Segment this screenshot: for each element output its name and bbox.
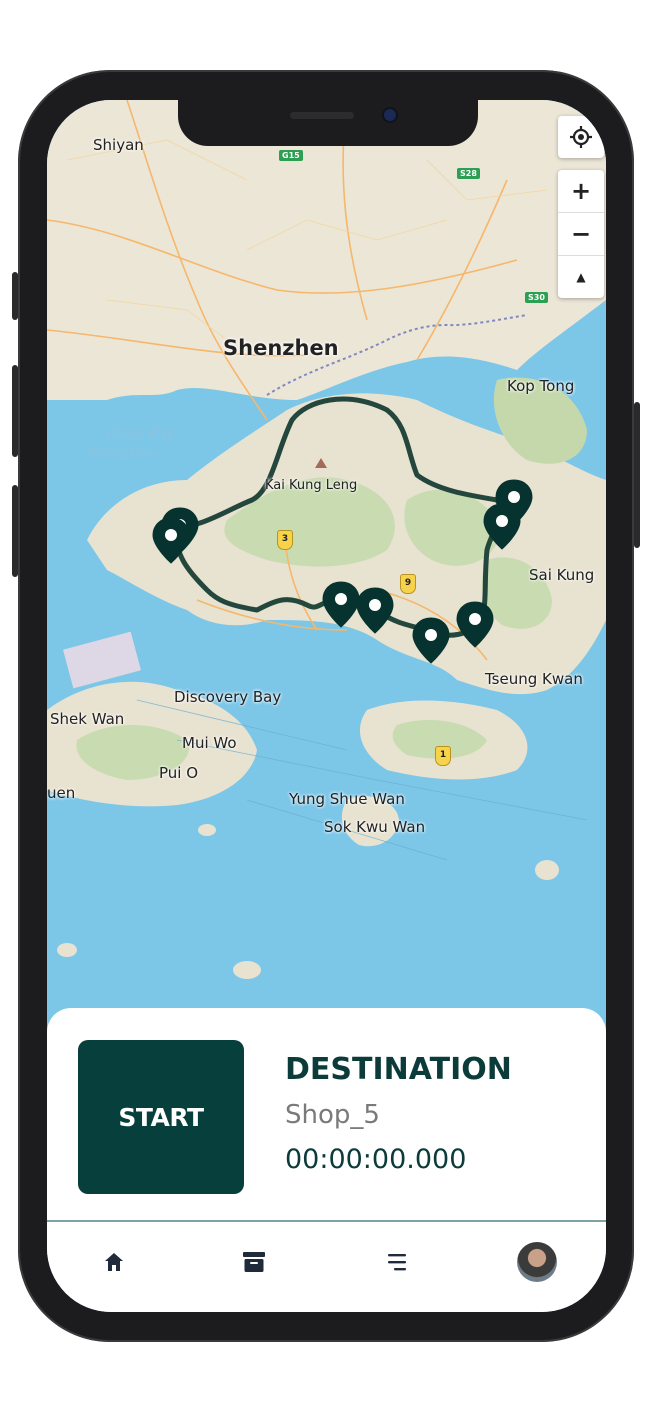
road-shield: 9 [400,574,416,594]
map-marker [322,581,360,628]
zoom-out-button[interactable]: − [558,212,604,255]
map-marker [456,601,494,648]
map-marker [152,517,190,564]
place-label: Mui Wo [182,734,237,752]
compass-button[interactable]: ▲ [558,255,604,298]
map-marker [483,503,521,550]
zoom-controls: + − ▲ [558,170,604,298]
place-label: uen [47,784,76,802]
place-label: Discovery Bay [174,688,282,706]
list-icon [388,1254,406,1271]
mute-switch [12,272,18,320]
place-label: Tseung Kwan [485,670,583,688]
crosshair-icon [558,116,604,158]
place-label: Sok Kwu Wan [324,818,426,836]
locate-button[interactable] [558,116,604,158]
volume-up-button [12,365,18,457]
place-label: Shek Wan [50,710,125,728]
road-shield: 1 [435,746,451,766]
road-shield: S30 [525,292,548,303]
water-label: Deep Bay [107,426,175,442]
tab-list[interactable] [379,1242,419,1282]
speaker-grille [290,112,354,119]
place-label: Yung Shue Wan [289,790,405,808]
map-marker [412,617,450,664]
bottom-tab-bar [47,1222,606,1312]
place-label: Sai Kung [529,566,595,584]
road-shield: G15 [279,150,303,161]
trip-card: START DESTINATION Shop_5 00:00:00.000 [47,1008,606,1312]
screen: Shiyan Shenzhen Kop Tong Deep Bay Shenzh… [47,100,606,1312]
road-shield: S28 [457,168,480,179]
destination-title: DESTINATION [285,1052,512,1087]
destination-name: Shop_5 [285,1100,380,1130]
place-label: Shenzhen [223,336,339,360]
compass-icon: ▲ [576,270,586,284]
archive-icon [243,1252,265,1272]
start-button[interactable]: START [78,1040,244,1194]
volume-down-button [12,485,18,577]
place-label: Kop Tong [507,377,575,395]
elapsed-timer: 00:00:00.000 [285,1144,467,1175]
tab-home[interactable] [94,1242,134,1282]
avatar [517,1242,557,1282]
water-label: Shenzhen [87,446,156,462]
home-icon [105,1253,123,1271]
notch [178,100,478,146]
place-label: Kai Kung Leng [265,478,358,493]
road-shield: 3 [277,530,293,550]
front-camera [384,109,396,121]
tab-profile[interactable] [517,1242,557,1282]
tab-archive[interactable] [234,1242,274,1282]
place-label: Shiyan [93,136,144,154]
power-button [634,402,640,548]
place-label: Pui O [159,764,199,782]
map-marker [356,587,394,634]
zoom-in-button[interactable]: + [558,170,604,212]
